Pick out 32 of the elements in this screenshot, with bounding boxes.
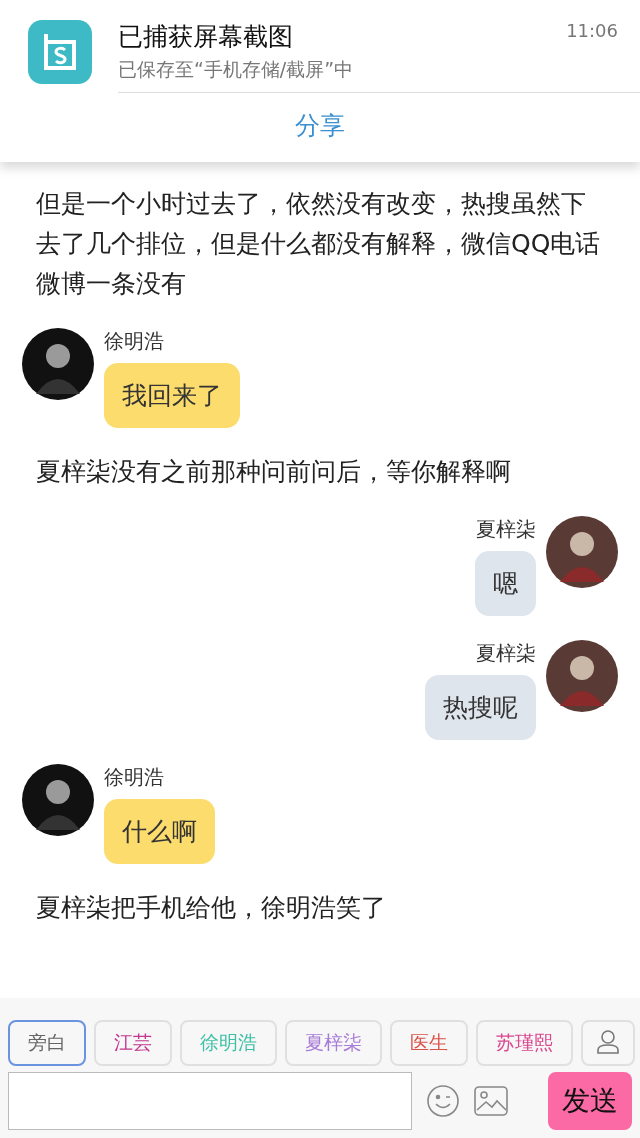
message-input[interactable] [8,1072,412,1130]
send-button[interactable]: 发送 [548,1072,632,1130]
notification-time: 11:06 [566,20,618,41]
character-chip[interactable]: 江芸 [94,1020,172,1066]
avatar [546,640,618,712]
sender-name: 夏梓柒 [476,640,536,667]
sender-name: 徐明浩 [104,328,164,355]
message-bubble: 什么啊 [104,799,215,864]
screenshot-app-icon [28,20,92,84]
character-chip[interactable]: 夏梓柒 [285,1020,382,1066]
character-chip[interactable]: 苏瑾熙 [476,1020,573,1066]
character-chip[interactable]: 旁白 [8,1020,86,1066]
narration-text: 夏梓柒把手机给他，徐明浩笑了 [35,892,387,924]
notification-subtitle: 已保存至“手机存储/截屏”中 [118,57,355,82]
message-bubble: 热搜呢 [425,675,536,740]
share-button[interactable]: 分享 [118,92,640,162]
narration-text: 但是一个小时过去了，依然没有改变，热搜虽然下去了几个排位，但是什么都没有解释，微信QQ电话微博一条没有 [35,188,602,300]
person-button[interactable] [581,1020,635,1066]
message-bubble: 我回来了 [104,363,240,428]
emoji-icon[interactable] [426,1084,460,1118]
sender-name: 徐明浩 [104,764,164,791]
avatar [22,328,94,400]
notification-title: 已捕获屏幕截图 [118,21,294,53]
image-icon[interactable] [474,1086,508,1116]
sender-name: 夏梓柒 [476,516,536,543]
avatar [22,764,94,836]
narration-text: 夏梓柒没有之前那种问前问后，等你解释啊 [35,456,512,488]
character-chip[interactable]: 徐明浩 [180,1020,277,1066]
message-bubble: 嗯 [475,551,536,616]
person-icon [595,1028,621,1054]
character-chip[interactable]: 医生 [390,1020,468,1066]
avatar [546,516,618,588]
